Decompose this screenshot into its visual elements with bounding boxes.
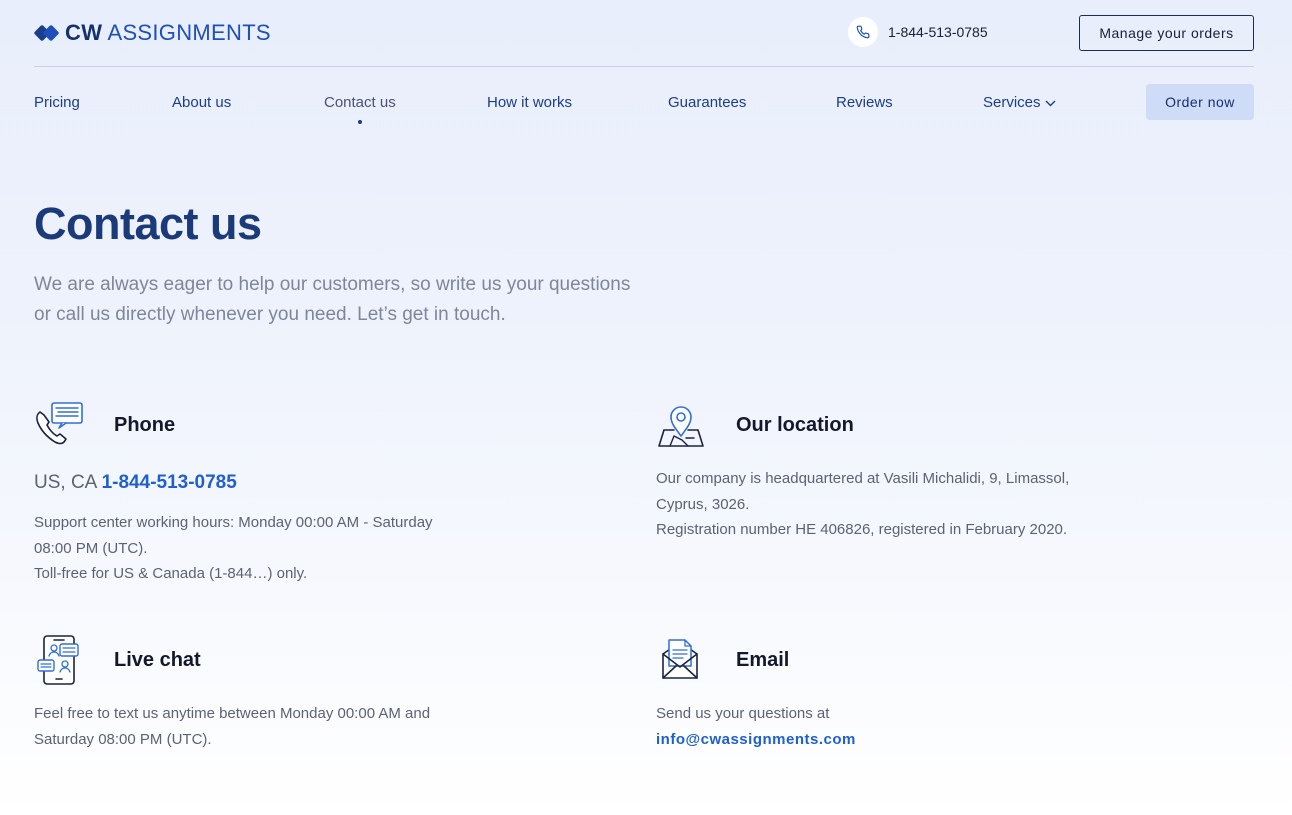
phone-number-link[interactable]: 1-844-513-0785: [102, 472, 237, 493]
logo-text: CW ASSIGNMENTS: [65, 20, 271, 45]
nav-item-contact-us-label: Contact us: [324, 94, 396, 111]
location-pin-map-icon: [658, 406, 704, 447]
main-nav: Pricing About us Contact us How it works…: [34, 84, 1254, 124]
nav-item-reviews[interactable]: Reviews: [836, 94, 893, 111]
manage-orders-button[interactable]: Manage your orders: [1079, 15, 1254, 51]
site-logo[interactable]: CW ASSIGNMENTS: [33, 20, 271, 46]
nav-item-services-label: Services: [983, 94, 1041, 111]
header-phone-number[interactable]: 1-844-513-0785: [888, 24, 988, 40]
mobile-chat-icon: [37, 635, 79, 685]
nav-item-guarantees[interactable]: Guarantees: [668, 94, 746, 111]
live-chat-text: Feel free to text us anytime between Mon…: [34, 705, 431, 748]
live-chat-block: Live chat Feel free to text us anytime b…: [34, 634, 594, 754]
envelope-document-icon: [662, 639, 698, 679]
phone-block: Phone US, CA 1-844-513-0785 Support cent…: [34, 400, 594, 590]
top-header: CW ASSIGNMENTS 1-844-513-0785 Manage you…: [33, 0, 1254, 67]
location-block: Our location Our company is headquartere…: [656, 400, 1216, 550]
order-now-button[interactable]: Order now: [1146, 84, 1254, 120]
email-intro: Send us your questions at: [656, 705, 830, 722]
page-subtitle: We are always eager to help our customer…: [34, 274, 631, 325]
phone-heading: Phone: [114, 414, 176, 436]
nav-item-about-us[interactable]: About us: [172, 94, 231, 111]
page-title: Contact us: [34, 198, 262, 249]
phone-icon: [848, 17, 878, 47]
live-chat-heading: Live chat: [114, 649, 201, 671]
phone-region-line: US, CA 1-844-513-0785: [34, 472, 237, 494]
active-indicator-dot: [357, 120, 362, 124]
header-phone[interactable]: 1-844-513-0785: [848, 17, 988, 47]
phone-hours: Support center working hours: Monday 00:…: [34, 514, 433, 557]
phone-region: US, CA: [34, 472, 97, 493]
nav-item-pricing[interactable]: Pricing: [34, 94, 80, 111]
nav-item-contact-us[interactable]: Contact us: [324, 94, 396, 124]
nav-item-services[interactable]: Services: [983, 94, 1056, 111]
email-heading: Email: [736, 649, 790, 671]
email-block: Email Send us your questions at info@cwas…: [656, 634, 1216, 754]
phone-chat-icon: [36, 402, 83, 445]
email-text: Send us your questions at info@cwassignme…: [656, 701, 1096, 752]
location-registration: Registration number HE 406826, registere…: [656, 521, 1068, 538]
diamond-logo-icon: [33, 24, 60, 42]
location-heading: Our location: [736, 414, 854, 436]
nav-item-how-it-works[interactable]: How it works: [487, 94, 572, 111]
phone-tollfree: Toll-free for US & Canada (1-844…) only.: [34, 565, 308, 582]
email-address-link[interactable]: info@cwassignments.com: [656, 731, 856, 748]
location-address: Our company is headquartered at Vasili M…: [656, 470, 1070, 513]
chevron-down-icon: [1045, 100, 1056, 107]
